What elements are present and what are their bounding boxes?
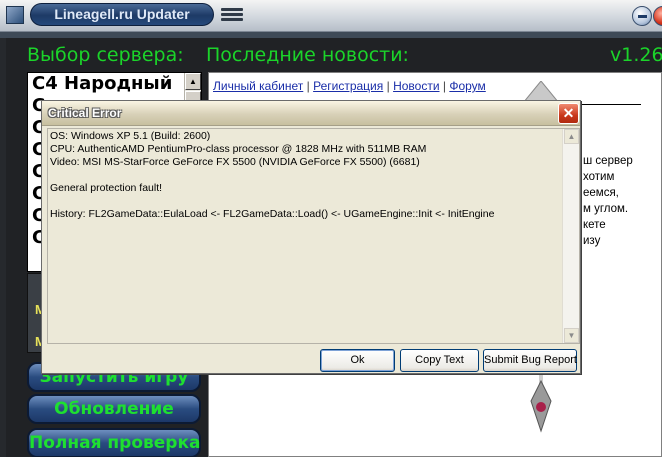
submit-bug-report-button[interactable]: Submit Bug Report (483, 349, 577, 372)
critical-error-dialog: Critical Error ✕ OS: Windows XP 5.1 (Bui… (41, 100, 581, 374)
menu-icon[interactable] (221, 8, 243, 22)
scroll-up-arrow-icon[interactable]: ▲ (185, 73, 201, 90)
link-forum[interactable]: Форум (449, 79, 485, 93)
news-fragment: еемся, (583, 187, 619, 199)
news-heading: Последние новости: (206, 44, 409, 66)
news-fragment: хотим (583, 171, 615, 183)
close-window-button[interactable] (653, 6, 662, 26)
title-bar: Lineagell.ru Updater (0, 0, 662, 32)
error-details-text: OS: Windows XP 5.1 (Build: 2600) CPU: Au… (50, 130, 495, 220)
link-separator: | (306, 79, 310, 93)
full-check-button[interactable]: Полная проверка (27, 428, 201, 457)
app-icon (6, 6, 24, 24)
link-register[interactable]: Регистрация (313, 79, 383, 93)
link-account[interactable]: Личный кабинет (213, 79, 303, 93)
link-separator: | (442, 79, 446, 93)
news-fragment: изу (583, 235, 601, 247)
dialog-title: Critical Error (48, 106, 122, 120)
news-links: Личный кабинет | Регистрация | Новости |… (213, 79, 486, 93)
dialog-titlebar: Critical Error ✕ (42, 101, 580, 126)
app-title: Lineagell.ru Updater (30, 3, 214, 26)
news-fragment: кете (583, 219, 606, 231)
version-label: v1.26 (610, 44, 662, 66)
ok-button[interactable]: Ok (320, 349, 395, 372)
scroll-down-arrow-icon[interactable]: ▼ (564, 328, 579, 343)
link-news[interactable]: Новости (393, 79, 439, 93)
scroll-up-arrow-icon[interactable]: ▲ (564, 129, 579, 144)
link-separator: | (386, 79, 390, 93)
news-fragment: ш сервер (583, 155, 633, 167)
error-details-textbox[interactable]: OS: Windows XP 5.1 (Build: 2600) CPU: Au… (47, 128, 580, 344)
news-fragment: м углом. (583, 203, 629, 215)
dialog-close-button[interactable]: ✕ (558, 103, 579, 124)
minimize-button[interactable] (632, 6, 652, 26)
error-details-scrollbar[interactable]: ▲ ▼ (562, 129, 579, 343)
update-button[interactable]: Обновление (27, 394, 201, 424)
server-item[interactable]: C4 Народный (28, 73, 201, 95)
updater-window: Lineagell.ru Updater Выбор сервера: Посл… (0, 0, 662, 457)
copy-text-button[interactable]: Copy Text (400, 349, 479, 372)
server-select-heading: Выбор сервера: (27, 44, 184, 66)
